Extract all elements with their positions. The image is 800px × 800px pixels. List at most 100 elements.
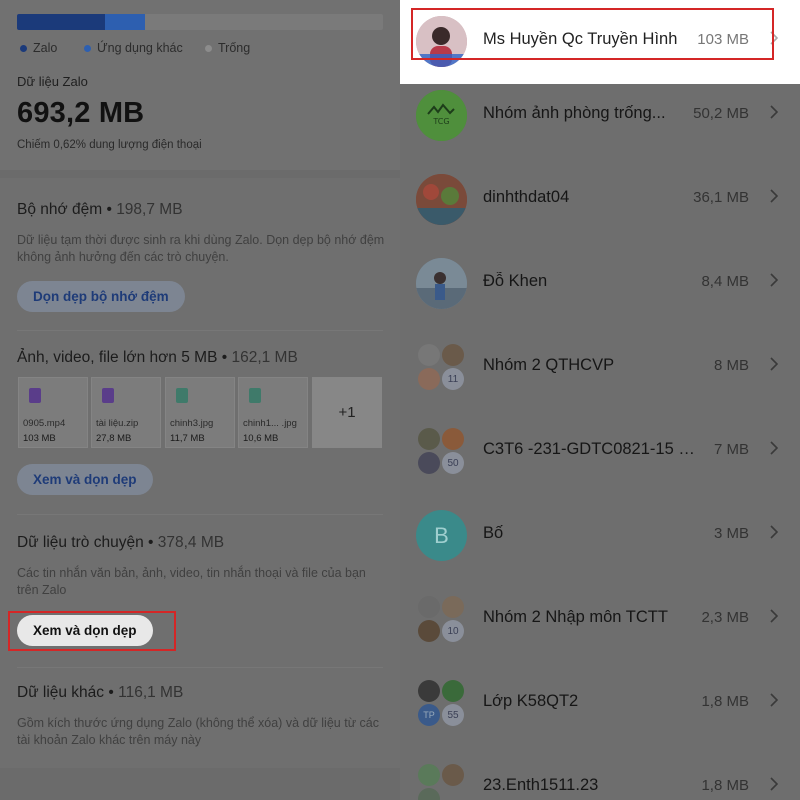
legend-dot-free (205, 44, 212, 52)
chevron-right-icon (770, 273, 779, 287)
conversation-size: 1,8 MB (701, 777, 749, 794)
chat-data-size: 378,4 MB (157, 534, 225, 551)
legend-dot-other-apps (84, 44, 91, 52)
conversation-storage-list: Ms Huyền Qc Truyền Hình 103 MB TCG Nhóm … (400, 0, 800, 800)
conversation-size: 3 MB (713, 525, 749, 542)
conversation-size: 1,8 MB (701, 693, 749, 710)
conversation-row[interactable]: 11 Nhóm 2 QTHCVP 8 MB (400, 326, 800, 410)
chevron-right-icon (770, 105, 779, 119)
section-divider (17, 667, 383, 668)
group-member-avatar (418, 428, 440, 450)
section-divider (17, 330, 383, 331)
large-files-heading: Ảnh, video, file lớn hơn 5 MB • 162,1 MB (17, 349, 298, 366)
conversation-row[interactable]: 10 Nhóm 2 Nhập môn TCTT 2,3 MB (400, 578, 800, 662)
conversation-row[interactable]: 23.Enth1511.23 1,8 MB (400, 746, 800, 800)
conversation-name: Nhóm ảnh phòng trống... (483, 104, 666, 122)
file-size: 27,8 MB (96, 433, 132, 444)
chat-data-heading: Dữ liệu trò chuyện • 378,4 MB (17, 534, 225, 551)
group-member-avatar (442, 596, 464, 618)
conversation-row[interactable]: TP 55 Lớp K58QT2 1,8 MB (400, 662, 800, 746)
chevron-right-icon (770, 693, 779, 707)
group-member-avatar (442, 428, 464, 450)
group-member-avatar (442, 680, 464, 702)
group-member-avatar (442, 344, 464, 366)
conversation-size: 8,4 MB (701, 273, 749, 290)
clear-cache-button[interactable]: Dọn dẹp bộ nhớ đệm (17, 281, 185, 312)
group-avatar: 50 (416, 426, 467, 477)
group-member-avatar (418, 764, 440, 786)
photo-avatar-icon (416, 174, 467, 225)
large-file-thumb[interactable]: tài liệu.zip 27,8 MB (91, 377, 161, 448)
conversation-name: Đỗ Khen (483, 272, 548, 290)
conversation-size: 50,2 MB (693, 105, 749, 122)
conversation-size: 2,3 MB (701, 609, 749, 626)
file-size: 11,7 MB (170, 433, 205, 444)
legend-label-free: Trống (218, 41, 251, 55)
other-data-size: 116,1 MB (118, 684, 184, 701)
chevron-right-icon (770, 357, 779, 371)
other-data-description: Gồm kích thước ứng dụng Zalo (không thể … (17, 716, 379, 747)
more-files-tile[interactable]: +1 (312, 377, 382, 448)
chat-data-title: Dữ liệu trò chuyện (17, 534, 144, 551)
zip-file-icon (102, 388, 114, 403)
large-file-thumb[interactable]: chinh1... .jpg 10,6 MB (238, 377, 308, 448)
conversation-name: C3T6 -231-GDTC0821-15 B... (483, 440, 698, 458)
other-data-title: Dữ liệu khác (17, 684, 105, 701)
conversation-size: 8 MB (713, 357, 749, 374)
chevron-right-icon (770, 609, 779, 623)
conversation-row[interactable]: B Bố 3 MB (400, 494, 800, 578)
file-size: 103 MB (23, 433, 56, 444)
file-name: 0905.mp4 (23, 418, 66, 429)
chevron-right-icon (770, 441, 779, 455)
video-file-icon (29, 388, 41, 403)
conversation-size: 7 MB (713, 441, 749, 458)
conversation-row[interactable]: Đỗ Khen 8,4 MB (400, 242, 800, 326)
chevron-right-icon (770, 525, 779, 539)
highlight-frame (8, 611, 176, 651)
cache-title: Bộ nhớ đệm (17, 201, 103, 218)
zalo-data-total: 693,2 MB (17, 97, 145, 129)
conversation-size: 36,1 MB (693, 189, 749, 206)
logo-avatar-text: TCG (432, 117, 449, 126)
legend-zalo: Zalo (20, 41, 57, 55)
conversation-row[interactable]: 50 C3T6 -231-GDTC0821-15 B... 7 MB (400, 410, 800, 494)
file-size: 10,6 MB (243, 433, 279, 444)
avatar (416, 258, 467, 309)
group-member-avatar: TP (418, 704, 440, 726)
conversation-name: dinhthdat04 (483, 188, 570, 206)
storage-bar-other-apps-segment (105, 14, 145, 30)
group-avatar: TP 55 (416, 678, 467, 729)
storage-panel: Zalo Ứng dụng khác Trống Dữ liệu Zalo 69… (0, 0, 400, 800)
group-member-avatar (442, 764, 464, 786)
cache-description: Dữ liệu tạm thời được sinh ra khi dùng Z… (17, 233, 385, 264)
group-member-count: 11 (442, 368, 464, 390)
conversation-row[interactable]: TCG Nhóm ảnh phòng trống... 50,2 MB (400, 74, 800, 158)
large-files-size: 162,1 MB (231, 349, 298, 366)
conversation-name: Bố (483, 524, 504, 542)
large-file-thumb[interactable]: chinh3.jpg 11,7 MB (165, 377, 235, 448)
group-member-count: 55 (442, 704, 464, 726)
avatar: TCG (416, 90, 467, 141)
photo-avatar-icon (416, 258, 467, 309)
cache-heading: Bộ nhớ đệm • 198,7 MB (17, 201, 183, 218)
legend-free: Trống (205, 41, 250, 55)
conversation-row[interactable]: dinhthdat04 36,1 MB (400, 158, 800, 242)
avatar (416, 174, 467, 225)
large-file-thumb[interactable]: 0905.mp4 103 MB (18, 377, 88, 448)
conversation-name: 23.Enth1511.23 (483, 776, 599, 794)
chevron-right-icon (770, 189, 779, 203)
chevron-right-icon (770, 777, 779, 791)
legend-dot-zalo (20, 44, 27, 52)
conversation-name: Nhóm 2 Nhập môn TCTT (483, 608, 668, 626)
other-data-heading: Dữ liệu khác • 116,1 MB (17, 684, 184, 701)
group-avatar: 10 (416, 594, 467, 645)
legend-other-apps: Ứng dụng khác (84, 41, 183, 55)
review-large-files-button[interactable]: Xem và dọn dẹp (17, 464, 153, 495)
storage-share-note: Chiếm 0,62% dung lượng điện thoại (17, 139, 202, 151)
group-member-count: 10 (442, 620, 464, 642)
section-divider (17, 514, 383, 515)
group-member-avatar (418, 344, 440, 366)
highlight-frame (411, 8, 774, 60)
group-member-avatar (418, 368, 440, 390)
conversation-name: Nhóm 2 QTHCVP (483, 356, 615, 374)
